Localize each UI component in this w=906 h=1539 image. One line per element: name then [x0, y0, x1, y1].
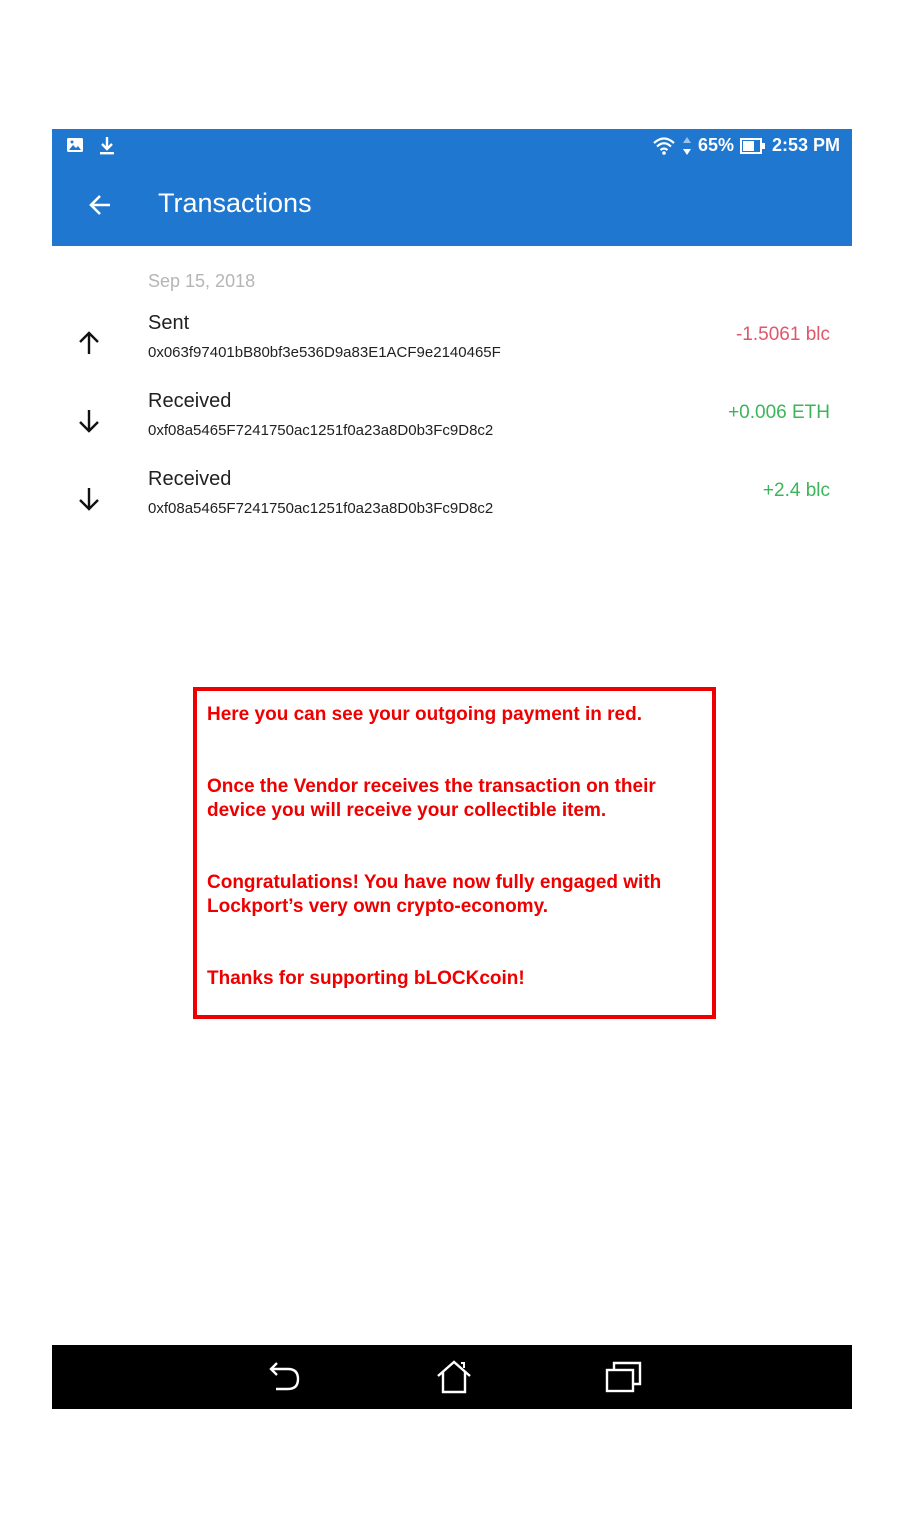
nav-recents-button[interactable]: [604, 1359, 644, 1395]
transaction-row-sent[interactable]: Sent 0x063f97401bB80bf3e536D9a83E1ACF9e2…: [52, 312, 852, 382]
arrow-down-icon: [79, 488, 99, 511]
transaction-address: 0xf08a5465F7241750ac1251f0a23a8D0b3Fc9D8…: [148, 500, 494, 517]
transaction-row-received[interactable]: Received 0xf08a5465F7241750ac1251f0a23a8…: [52, 468, 852, 538]
callout-text: Here you can see your outgoing payment i…: [207, 704, 642, 725]
callout-text: Once the Vendor receives the transaction…: [207, 776, 656, 821]
annotation-callout: Here you can see your outgoing payment i…: [193, 687, 716, 1019]
transaction-type: Received: [148, 390, 232, 412]
transaction-address: 0xf08a5465F7241750ac1251f0a23a8D0b3Fc9D8…: [148, 422, 494, 439]
transaction-amount: +0.006 ETH: [728, 402, 830, 423]
home-icon: [437, 1360, 471, 1394]
callout-text: Thanks for supporting bLOCKcoin!: [207, 968, 525, 989]
transaction-row-received[interactable]: Received 0xf08a5465F7241750ac1251f0a23a8…: [52, 390, 852, 460]
arrow-down-icon: [79, 410, 99, 433]
callout-text: Congratulations! You have now fully enga…: [207, 872, 662, 917]
battery-icon: [739, 137, 765, 154]
battery-percentage: 65%: [697, 135, 734, 155]
navigation-bar: [52, 1345, 852, 1409]
arrow-back-icon: [89, 195, 110, 215]
app-bar: Transactions: [52, 162, 852, 246]
transaction-address: 0x063f97401bB80bf3e536D9a83E1ACF9e214046…: [148, 344, 501, 361]
transaction-amount: -1.5061 blc: [735, 324, 830, 345]
data-activity-icon: [682, 136, 691, 155]
undo-back-icon: [269, 1362, 300, 1391]
transaction-type: Sent: [148, 312, 190, 334]
back-button[interactable]: [86, 190, 116, 220]
status-bar: 65% 2:53 PM: [52, 129, 852, 162]
nav-back-button[interactable]: [264, 1359, 304, 1395]
nav-home-button[interactable]: [434, 1359, 474, 1395]
transaction-type: Received: [148, 468, 232, 490]
page-title: Transactions: [158, 188, 312, 218]
arrow-up-icon: [79, 331, 99, 354]
clock: 2:53 PM: [771, 135, 840, 155]
recent-apps-icon: [605, 1361, 642, 1393]
status-notifications: [66, 136, 116, 156]
date-header: Sep 15, 2018: [148, 271, 256, 291]
status-system: 65% 2:53 PM: [652, 135, 840, 156]
image-notification-icon: [67, 138, 83, 152]
download-notification-icon: [100, 137, 114, 155]
transaction-amount: +2.4 blc: [762, 480, 830, 501]
wifi-icon: [653, 136, 675, 155]
